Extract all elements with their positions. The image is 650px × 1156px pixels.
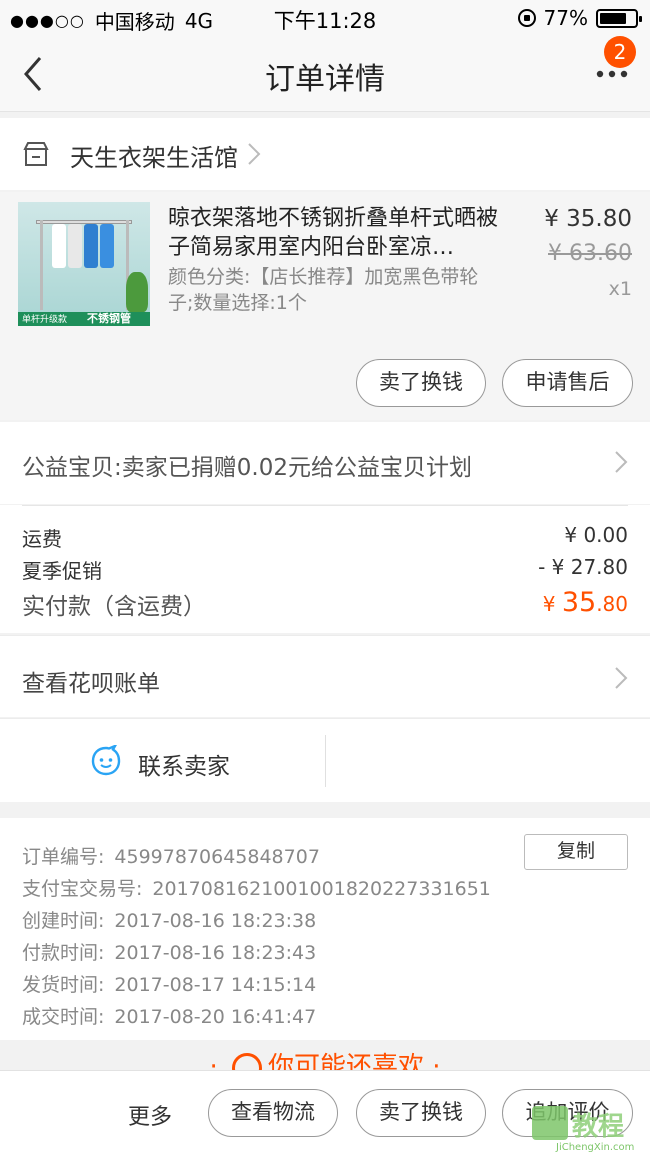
nav-bar: 订单详情 2 [0, 36, 650, 112]
shop-name: 天生衣架生活馆 [70, 144, 238, 172]
total-decimal: .80 [596, 592, 628, 616]
divider [22, 505, 628, 506]
shipping-row: 运费 ¥ 0.00 [22, 523, 628, 552]
order-number-line: 订单编号: 45997870645848707 [22, 842, 320, 869]
huabei-text: 查看花呗账单 [22, 671, 160, 697]
chevron-right-icon [615, 667, 628, 689]
chat-face-icon[interactable] [90, 745, 122, 777]
info-value: 2017-08-16 18:23:38 [114, 910, 317, 932]
promo-label: 夏季促销 [22, 559, 102, 583]
info-value: 2017-08-20 16:41:47 [114, 1006, 317, 1028]
recommendation-header: · 你可能还喜欢 · [0, 1042, 650, 1070]
chevron-right-icon [615, 451, 628, 473]
charity-text: 公益宝贝:卖家已捐赠0.02元给公益宝贝计划 [22, 455, 472, 481]
total-row: 实付款（含运费） ¥ 35.80 [22, 587, 628, 621]
watermark: 教程 JiChengXin.com [532, 1104, 644, 1154]
cloth-grey [68, 224, 82, 268]
status-bar: ●●●○○ 中国移动 4G 下午11:28 77% [0, 0, 650, 36]
paid-time-line: 付款时间: 2017-08-16 18:23:43 [22, 938, 316, 965]
rotation-lock-icon [517, 9, 536, 27]
promo-value: - ¥ 27.80 [538, 555, 628, 579]
divider-vertical [325, 735, 326, 787]
rack-shape [36, 220, 132, 224]
plant-shape [126, 272, 148, 312]
shipped-time-line: 发货时间: 2017-08-17 14:15:14 [22, 970, 316, 997]
more-actions-button[interactable]: 更多 [128, 1099, 172, 1131]
contact-seller-button[interactable]: 联系卖家 [138, 747, 230, 781]
resell-button[interactable]: 卖了换钱 [356, 359, 486, 407]
info-value: 2017081621001001820227331651 [152, 878, 491, 900]
shipping-label: 运费 [22, 527, 62, 551]
deal-time-line: 成交时间: 2017-08-20 16:41:47 [22, 1002, 316, 1029]
watermark-logo [532, 1106, 568, 1140]
total-currency: ¥ [542, 592, 556, 616]
info-key: 支付宝交易号: [22, 878, 143, 900]
product-sku: 颜色分类:【店长推荐】加宽黑色带轮子;数量选择:1个 [168, 266, 479, 314]
recommendation-text: 你可能还喜欢 [267, 1052, 424, 1070]
alipay-trade-line: 支付宝交易号: 2017081621001001820227331651 [22, 874, 491, 901]
product-title: 晾衣架落地不锈钢折叠单杆式晒被子简易家用室内阳台卧室凉… [168, 206, 498, 260]
watermark-url: JiChengXin.com [556, 1142, 635, 1153]
shipping-value: ¥ 0.00 [564, 523, 628, 547]
cloth-blue [84, 224, 98, 268]
huabei-bill-row[interactable]: 查看花呗账单 [0, 635, 650, 717]
info-value: 45997870645848707 [114, 846, 320, 868]
shop-row[interactable]: 天生衣架生活馆 [0, 118, 650, 190]
order-info: 复制 订单编号: 45997870645848707 支付宝交易号: 2017081… [0, 818, 650, 1040]
battery-icon [596, 8, 642, 28]
total-integer: 35 [561, 587, 597, 618]
info-key: 成交时间: [22, 1006, 105, 1028]
resell-bottom-button[interactable]: 卖了换钱 [356, 1089, 486, 1137]
fee-summary: 运费 ¥ 0.00 夏季促销 - ¥ 27.80 实付款（含运费） ¥ 35.8… [0, 505, 650, 633]
thumb-strip-left: 单杆升级款 [22, 315, 68, 325]
info-key: 付款时间: [22, 942, 105, 964]
info-value: 2017-08-16 18:23:43 [114, 942, 317, 964]
view-logistics-button[interactable]: 查看物流 [208, 1089, 338, 1137]
thumb-strip: 单杆升级款 不锈钢管 [18, 312, 150, 326]
battery-percent: 77% [543, 6, 588, 30]
chevron-right-icon [248, 143, 261, 165]
cloth-white [52, 224, 66, 268]
info-key: 创建时间: [22, 910, 105, 932]
charity-row[interactable]: 公益宝贝:卖家已捐赠0.02元给公益宝贝计划 [0, 422, 650, 504]
contact-row: 联系卖家 [0, 718, 650, 802]
info-value: 2017-08-17 14:15:14 [114, 974, 317, 996]
copy-button[interactable]: 复制 [524, 834, 628, 870]
product-quantity: x1 [608, 278, 632, 300]
after-sale-button[interactable]: 申请售后 [502, 359, 633, 407]
shop-icon [23, 142, 49, 166]
product-original-price: ¥ 63.60 [548, 241, 632, 266]
created-time-line: 创建时间: 2017-08-16 18:23:38 [22, 906, 316, 933]
watermark-text: 教程 [572, 1112, 625, 1142]
total-value: ¥ 35.80 [543, 587, 628, 618]
thumb-strip-right: 不锈钢管 [87, 312, 132, 325]
status-right: 77% [517, 6, 642, 30]
recommendation-title: · 你可能还喜欢 · [209, 1052, 441, 1070]
heart-icon [231, 1052, 262, 1070]
product-item[interactable]: 单杆升级款 不锈钢管 晾衣架落地不锈钢折叠单杆式晒被子简易家用室内阳台卧室凉… 颜… [0, 192, 650, 420]
product-thumbnail[interactable]: 单杆升级款 不锈钢管 [18, 202, 150, 326]
promo-row: 夏季促销 - ¥ 27.80 [22, 555, 628, 584]
message-badge: 2 [604, 36, 636, 68]
page-title: 订单详情 [265, 62, 385, 97]
battery-fill [600, 12, 627, 24]
cloth-blue-2 [100, 224, 114, 268]
info-key: 发货时间: [22, 974, 105, 996]
total-label: 实付款（含运费） [22, 594, 206, 620]
rack-pole-left [40, 220, 43, 310]
info-key: 订单编号: [22, 846, 105, 868]
product-price: ¥ 35.80 [544, 206, 632, 232]
